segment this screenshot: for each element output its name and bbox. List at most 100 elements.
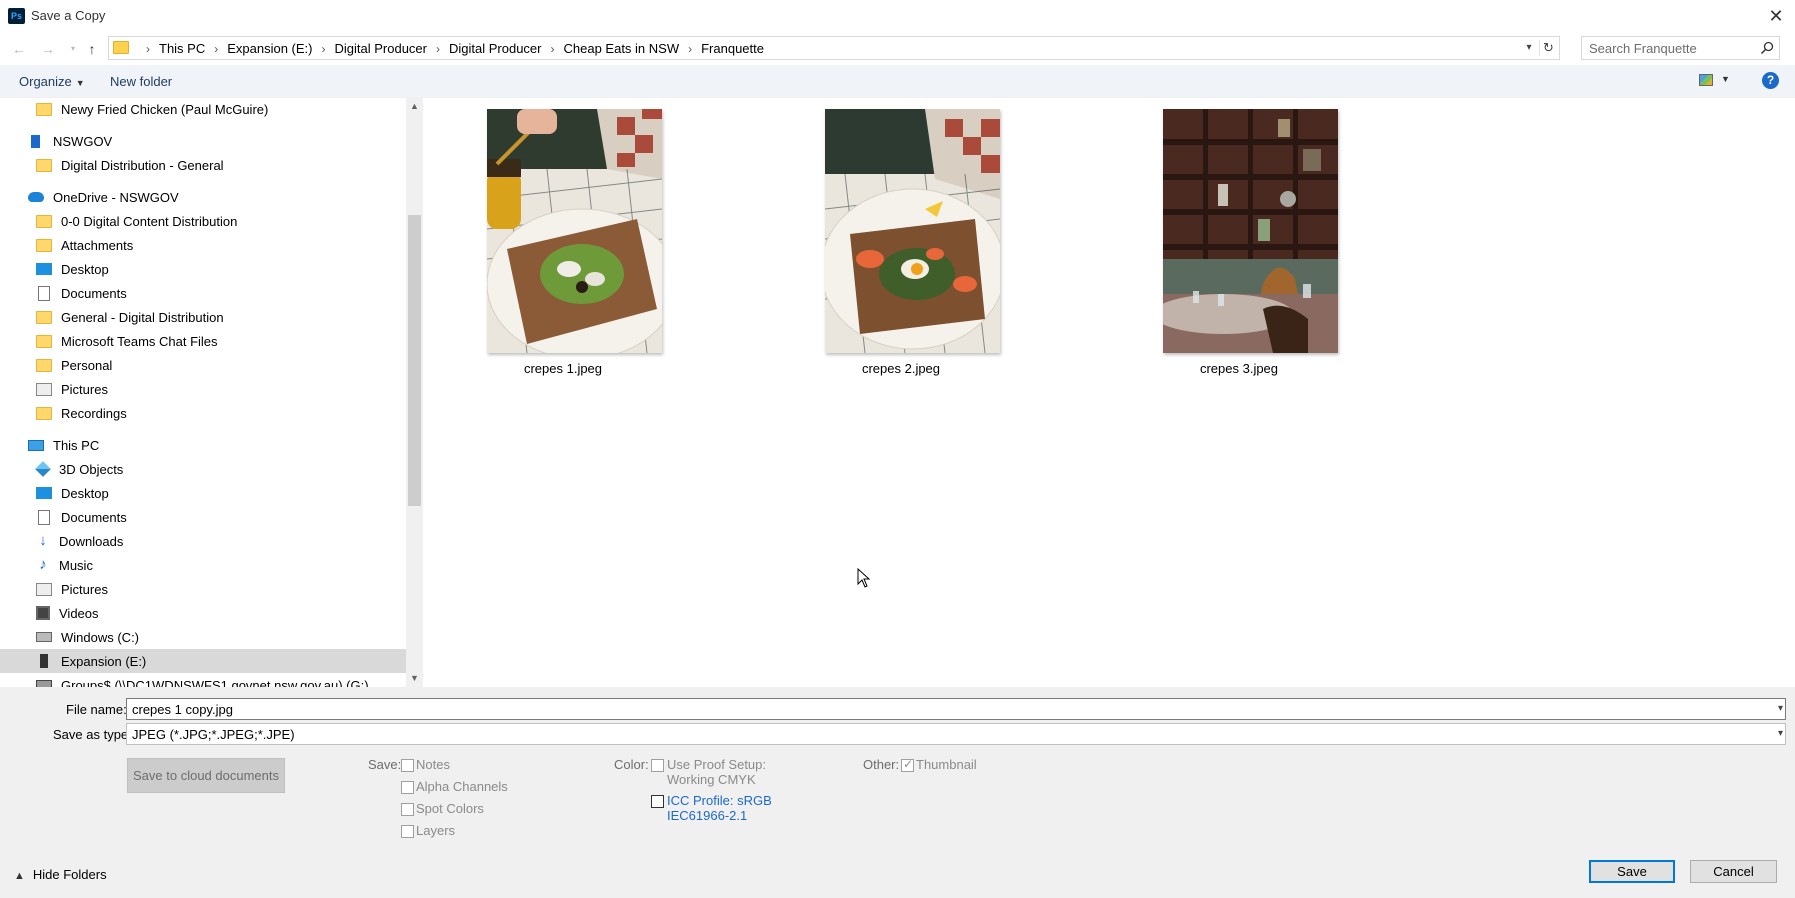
nav-tree-item[interactable]: Expansion (E:) (0, 649, 406, 673)
nav-tree-item[interactable]: NSWGOV (0, 129, 406, 153)
spot-colors-checkbox[interactable] (401, 803, 414, 816)
photoshop-app-icon: Ps (8, 8, 25, 24)
caret-down-icon: ▼ (75, 78, 85, 88)
file-name-field[interactable]: crepes 1 copy.jpg ▾ (126, 698, 1786, 720)
chevron-right-icon[interactable]: › (436, 42, 440, 56)
icc-profile-checkbox[interactable] (651, 795, 664, 808)
folder-icon (36, 334, 52, 348)
nav-tree-item[interactable]: 0-0 Digital Content Distribution (0, 209, 406, 233)
caret-down-icon[interactable]: ▼ (1721, 74, 1730, 84)
breadcrumb: › This PC › Expansion (E:) › Digital Producer… (137, 41, 764, 56)
nav-tree-item[interactable]: Videos (0, 601, 406, 625)
chevron-down-icon[interactable]: ▾ (1521, 40, 1537, 56)
forward-arrow-icon[interactable]: → (39, 40, 57, 58)
chevron-right-icon[interactable]: › (214, 42, 218, 56)
share-icon (31, 134, 40, 148)
nav-tree-item[interactable]: Pictures (0, 377, 406, 401)
chevron-right-icon[interactable]: › (688, 42, 692, 56)
save-to-cloud-button[interactable]: Save to cloud documents (127, 758, 285, 793)
breadcrumb-item[interactable]: Cheap Eats in NSW (564, 41, 680, 56)
file-list[interactable]: crepes 1.jpeg crepes 2.jpeg crepes 3.jpe… (423, 98, 1795, 687)
nav-tree-item-label: General - Digital Distribution (61, 309, 224, 325)
nav-tree-item[interactable]: 3D Objects (0, 457, 406, 481)
back-arrow-icon[interactable]: ← (10, 40, 28, 58)
breadcrumb-item[interactable]: Franquette (701, 41, 764, 56)
nav-tree-item-label: Pictures (61, 381, 108, 397)
save-button[interactable]: Save (1589, 860, 1675, 883)
alpha-channels-label: Alpha Channels (416, 779, 508, 794)
nav-tree-item[interactable]: Pictures (0, 577, 406, 601)
recent-locations-chevron-icon[interactable]: ▾ (64, 40, 82, 58)
nav-tree-item[interactable]: ♪ Music (0, 553, 406, 577)
folder-icon (36, 102, 52, 116)
search-input[interactable]: Search Franquette (1581, 36, 1780, 60)
nav-tree-item[interactable]: Newy Fried Chicken (Paul McGuire) (0, 98, 406, 121)
change-view-icon[interactable] (1699, 74, 1713, 86)
nav-tree-item[interactable]: Recordings (0, 401, 406, 425)
chevron-down-icon[interactable]: ▾ (1778, 728, 1783, 739)
nav-tree-item-label: Expansion (E:) (61, 653, 147, 669)
address-bar[interactable]: › This PC › Expansion (E:) › Digital Producer… (108, 36, 1560, 60)
nav-tree-item[interactable]: General - Digital Distribution (0, 305, 406, 329)
refresh-icon[interactable]: ↻ (1539, 40, 1557, 56)
cancel-button[interactable]: Cancel (1690, 860, 1777, 883)
alpha-channels-checkbox[interactable] (401, 781, 414, 794)
nav-tree-item[interactable]: Attachments (0, 233, 406, 257)
breadcrumb-item[interactable]: Expansion (E:) (227, 41, 312, 56)
save-as-type-value: JPEG (*.JPG;*.JPEG;*.JPE) (132, 727, 295, 742)
nav-tree-item[interactable]: Windows (C:) (0, 625, 406, 649)
search-icon (1760, 41, 1774, 55)
nav-tree-item[interactable]: Digital Distribution - General (0, 153, 406, 177)
navigation-scrollbar[interactable]: ▲ ▼ (406, 98, 423, 687)
nav-tree-item[interactable]: ↓ Downloads (0, 529, 406, 553)
file-thumbnail-crepes-2[interactable] (825, 109, 1000, 353)
breadcrumb-item[interactable]: This PC (159, 41, 205, 56)
breadcrumb-item[interactable]: Digital Producer (449, 41, 542, 56)
file-thumbnail-crepes-1[interactable] (487, 109, 662, 353)
external-drive-icon (40, 654, 48, 668)
nav-tree-item[interactable]: Personal (0, 353, 406, 377)
scrollbar-thumb[interactable] (408, 215, 421, 506)
help-icon[interactable]: ? (1762, 72, 1779, 89)
save-as-type-select[interactable]: JPEG (*.JPG;*.JPEG;*.JPE) ▾ (126, 723, 1786, 745)
network-drive-icon (36, 680, 52, 687)
file-name-label[interactable]: crepes 2.jpeg (801, 361, 1001, 376)
file-name-label[interactable]: crepes 1.jpeg (463, 361, 663, 376)
nav-tree-item[interactable]: Documents (0, 505, 406, 529)
use-proof-setup-checkbox[interactable] (651, 759, 664, 772)
folder-icon (36, 358, 52, 372)
chevron-right-icon[interactable]: › (551, 42, 555, 56)
scroll-up-arrow-icon[interactable]: ▲ (406, 98, 423, 115)
layers-checkbox[interactable] (401, 825, 414, 838)
desktop-icon (36, 487, 52, 499)
file-name-label[interactable]: crepes 3.jpeg (1139, 361, 1339, 376)
thumbnail-checkbox[interactable] (901, 757, 914, 772)
notes-checkbox[interactable] (401, 759, 414, 772)
spot-colors-label: Spot Colors (416, 801, 484, 816)
save-options-panel: File name: crepes 1 copy.jpg ▾ Save as t… (0, 687, 1795, 898)
thumbnail-label: Thumbnail (916, 757, 977, 772)
hide-folders-button[interactable]: ▲ Hide Folders (14, 867, 107, 882)
nav-tree-item[interactable]: Desktop (0, 257, 406, 281)
nav-tree-item[interactable]: Desktop (0, 481, 406, 505)
save-as-type-label: Save as type: (53, 727, 132, 742)
nav-tree-item[interactable]: Microsoft Teams Chat Files (0, 329, 406, 353)
navigation-pane[interactable]: Newy Fried Chicken (Paul McGuire) NSWGOV D… (0, 98, 406, 687)
new-folder-button[interactable]: New folder (110, 74, 172, 89)
scroll-down-arrow-icon[interactable]: ▼ (406, 670, 423, 687)
organize-button[interactable]: Organize ▼ (19, 74, 85, 89)
nav-tree-item[interactable]: Documents (0, 281, 406, 305)
nav-tree-item-label: Desktop (61, 261, 109, 277)
chevron-down-icon[interactable]: ▾ (1778, 703, 1783, 714)
breadcrumb-item[interactable]: Digital Producer (335, 41, 428, 56)
file-thumbnail-crepes-3[interactable] (1163, 109, 1338, 353)
nav-tree-item-label: Attachments (61, 237, 134, 253)
nav-tree-item[interactable]: This PC (0, 433, 406, 457)
nav-tree-item[interactable]: OneDrive - NSWGOV (0, 185, 406, 209)
nav-tree-item[interactable]: Groups$ (\\DC1WDNSWFS1.govnet.nsw.gov.au… (0, 673, 406, 687)
chevron-right-icon[interactable]: › (322, 42, 326, 56)
chevron-right-icon[interactable]: › (146, 42, 150, 56)
nav-tree-item-label: Digital Distribution - General (61, 157, 224, 173)
close-icon[interactable]: ✕ (1761, 2, 1791, 30)
up-arrow-icon[interactable]: ↑ (83, 40, 101, 58)
